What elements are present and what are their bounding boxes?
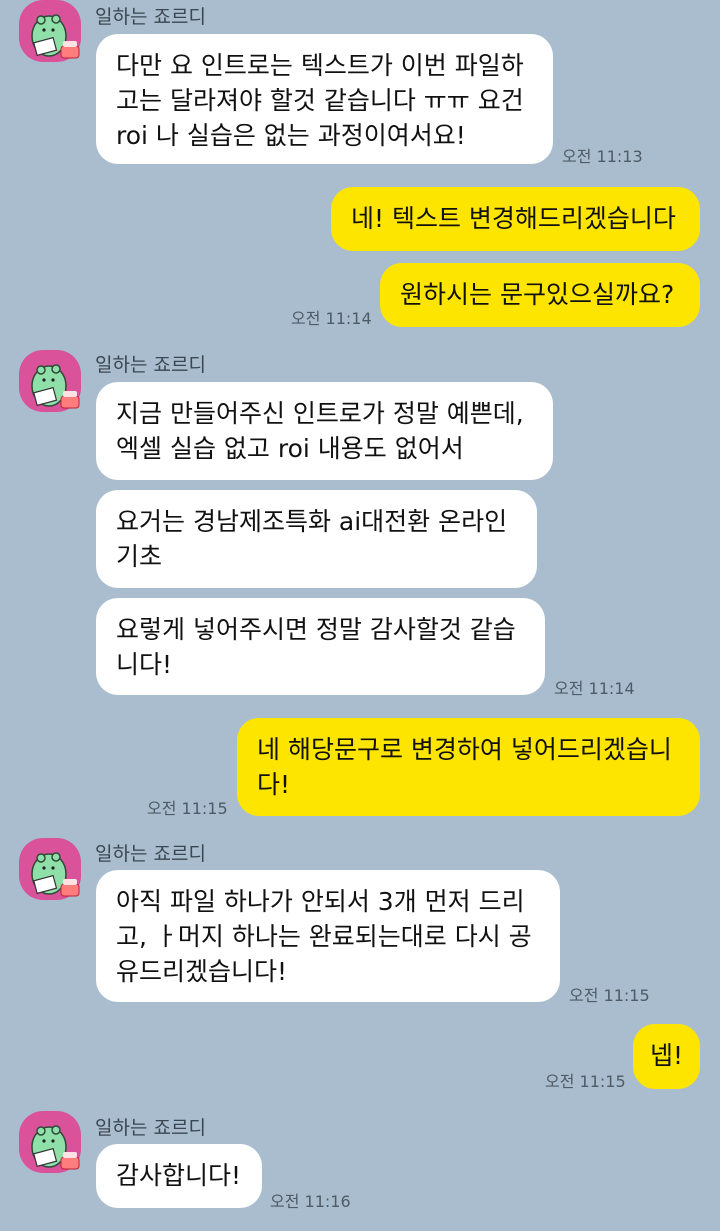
message-bubble[interactable]: 넵!	[633, 1024, 700, 1089]
message-timestamp: 오전 11:15	[147, 799, 228, 818]
message-bubble[interactable]: 요거는 경남제조특화 ai대전환 온라인 기초	[96, 490, 537, 588]
message-line: 고, ㅏ머지 하나는 완료되는대로 다시 공	[116, 922, 532, 951]
message-bubble[interactable]: 지금 만들어주신 인트로가 정말 예쁜데, 엑셀 실습 없고 roi 내용도 없…	[96, 382, 553, 480]
message-line: roi 나 실습은 없는 과정이여서요!	[116, 121, 466, 150]
message-bubble[interactable]: 다만 요 인트로는 텍스트가 이번 파일하 고는 달라져야 할것 같습니다 ㅠㅠ…	[96, 34, 553, 164]
message-line: 네! 텍스트 변경해드리겠습니다	[351, 204, 676, 233]
message-line: 요거는 경남제조특화 ai대전환 온라인	[116, 507, 508, 536]
message-timestamp: 오전 11:15	[545, 1072, 626, 1091]
sender-avatar[interactable]	[19, 350, 81, 412]
message-bubble[interactable]: 감사합니다!	[96, 1144, 262, 1208]
message-bubble[interactable]: 요렇게 넣어주시면 정말 감사할것 같습 니다!	[96, 598, 545, 695]
message-line: 기초	[116, 542, 163, 571]
message-line: 엑셀 실습 없고 roi 내용도 없어서	[116, 434, 464, 463]
message-bubble[interactable]: 네 해당문구로 변경하여 넣어드리겠습니 다!	[237, 718, 700, 816]
message-line: 요렇게 넣어주시면 정말 감사할것 같습	[116, 615, 516, 644]
message-timestamp: 오전 11:13	[562, 147, 643, 166]
message-line: 네 해당문구로 변경하여 넣어드리겠습니	[257, 735, 672, 764]
message-line: 지금 만들어주신 인트로가 정말 예쁜데,	[116, 399, 524, 428]
jordy-character-icon	[31, 852, 80, 897]
message-line: 아직 파일 하나가 안되서 3개 먼저 드리	[116, 887, 525, 916]
message-line: 다만 요 인트로는 텍스트가 이번 파일하	[116, 51, 524, 80]
jordy-character-icon	[31, 1125, 80, 1170]
message-line: 고는 달라져야 할것 같습니다 ㅠㅠ 요건	[116, 86, 524, 115]
sender-name: 일하는 죠르디	[95, 6, 206, 28]
message-line: 넵!	[650, 1041, 684, 1070]
sender-name: 일하는 죠르디	[95, 1117, 206, 1139]
sender-avatar[interactable]	[19, 0, 81, 62]
message-timestamp: 오전 11:15	[569, 986, 650, 1005]
message-line: 다!	[257, 770, 291, 799]
sender-avatar[interactable]	[19, 838, 81, 900]
jordy-character-icon	[31, 14, 80, 59]
sender-avatar[interactable]	[19, 1111, 81, 1173]
sender-name: 일하는 죠르디	[95, 354, 206, 376]
message-bubble[interactable]: 아직 파일 하나가 안되서 3개 먼저 드리 고, ㅏ머지 하나는 완료되는대로…	[96, 870, 560, 1002]
message-timestamp: 오전 11:16	[270, 1192, 351, 1211]
sender-name: 일하는 죠르디	[95, 843, 206, 865]
message-line: 원하시는 문구있으실까요?	[400, 280, 675, 309]
message-line: 감사합니다!	[116, 1161, 242, 1190]
message-timestamp: 오전 11:14	[291, 309, 372, 328]
message-bubble[interactable]: 네! 텍스트 변경해드리겠습니다	[331, 187, 700, 251]
message-timestamp: 오전 11:14	[554, 679, 635, 698]
jordy-character-icon	[31, 364, 80, 409]
message-bubble[interactable]: 원하시는 문구있으실까요?	[380, 263, 700, 327]
message-line: 유드리겠습니다!	[116, 957, 288, 986]
message-line: 니다!	[116, 650, 173, 679]
